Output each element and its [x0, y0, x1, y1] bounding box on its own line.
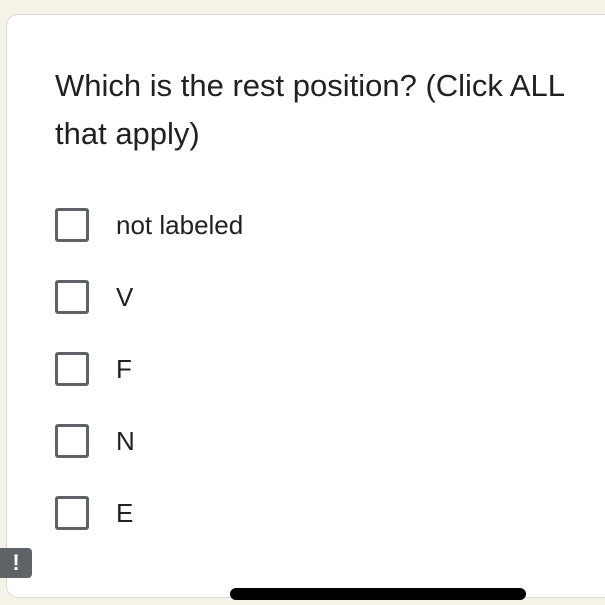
question-title: Which is the rest position? (Click ALL t…: [55, 68, 564, 151]
option-e[interactable]: E: [55, 493, 243, 533]
option-label: N: [116, 425, 135, 456]
exclamation-icon: !: [12, 550, 20, 575]
checkbox[interactable]: [55, 352, 89, 386]
side-tab[interactable]: !: [0, 548, 32, 578]
option-label: V: [116, 281, 134, 312]
checkbox[interactable]: [55, 208, 89, 242]
checkbox[interactable]: [55, 424, 89, 458]
options-list: not labeled V F N E: [55, 205, 243, 565]
option-label: F: [116, 353, 132, 384]
option-v[interactable]: V: [55, 277, 243, 317]
option-label: E: [116, 497, 134, 528]
home-indicator[interactable]: [230, 588, 526, 600]
option-not-labeled[interactable]: not labeled: [55, 205, 243, 245]
page: Which is the rest position? (Click ALL t…: [0, 0, 605, 605]
option-f[interactable]: F: [55, 349, 243, 389]
option-n[interactable]: N: [55, 421, 243, 461]
option-label: not labeled: [116, 209, 244, 240]
checkbox[interactable]: [55, 496, 89, 530]
checkbox[interactable]: [55, 280, 89, 314]
